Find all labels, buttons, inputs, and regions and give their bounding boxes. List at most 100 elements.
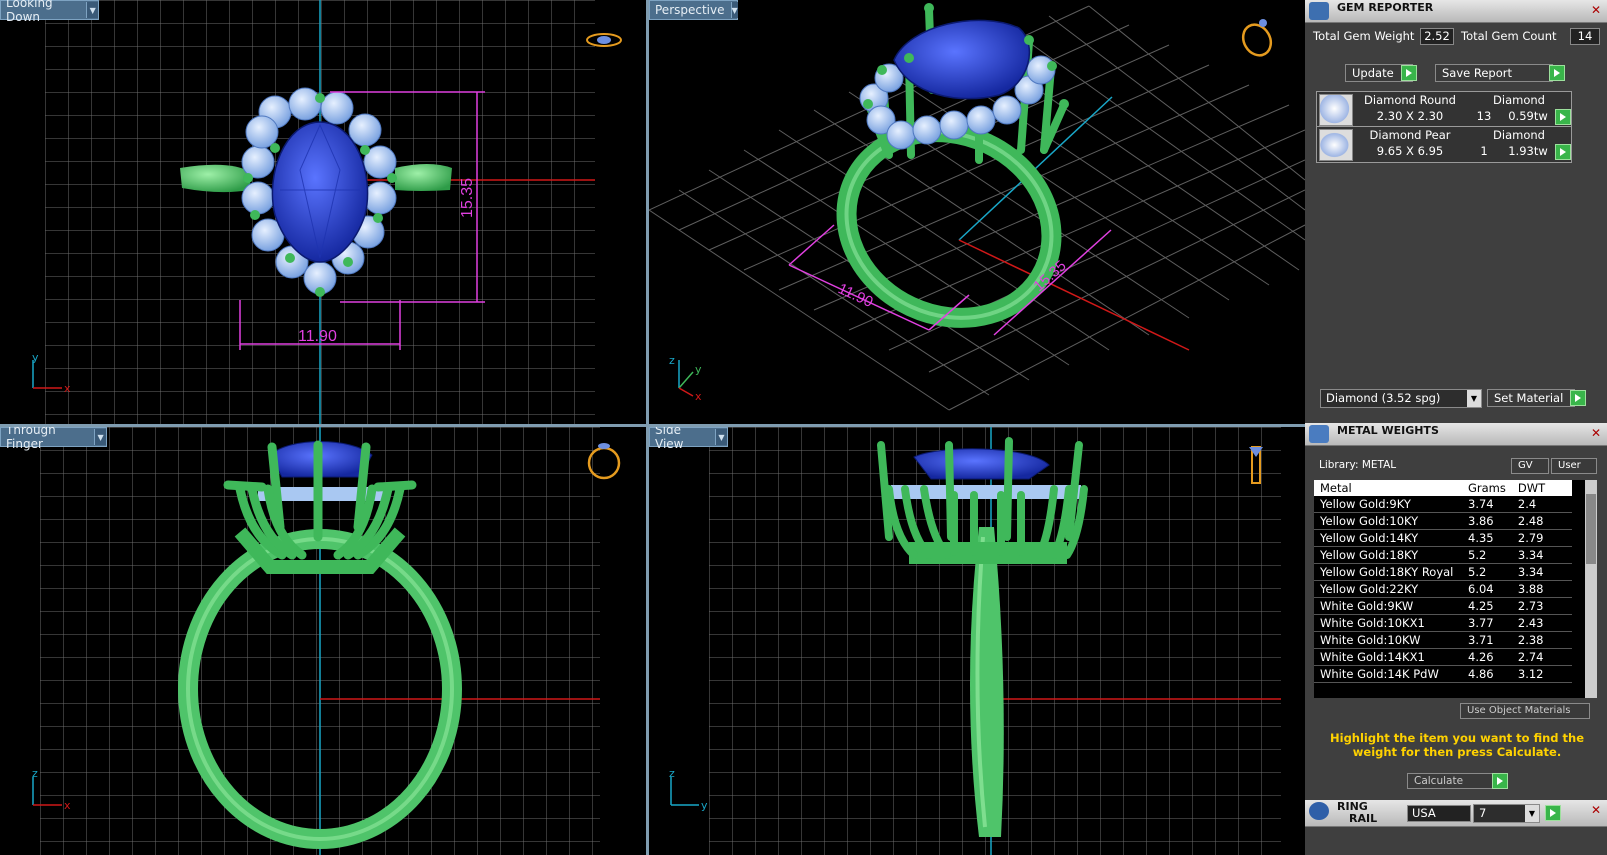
- gem-row-go-icon[interactable]: [1555, 109, 1571, 125]
- viewport-divider-horizontal[interactable]: [0, 424, 1305, 427]
- column-header-dwt[interactable]: DWT: [1511, 480, 1572, 496]
- ring-rail-header[interactable]: RING RAIL USA 7 ▼ ✕: [1305, 800, 1607, 827]
- chevron-down-icon[interactable]: ▼: [714, 429, 727, 445]
- use-object-materials-toggle[interactable]: Use Object Materials: [1460, 703, 1590, 719]
- gv-toggle[interactable]: GV: [1511, 458, 1549, 474]
- calculate-go-icon[interactable]: [1492, 773, 1508, 789]
- chevron-down-icon[interactable]: ▼: [1467, 390, 1481, 407]
- table-row[interactable]: Yellow Gold:14KY 4.35 2.79: [1314, 529, 1572, 547]
- table-row[interactable]: Yellow Gold:10KY 3.86 2.48: [1314, 512, 1572, 530]
- grams-cell: 5.2: [1462, 546, 1512, 564]
- gem-reporter-header[interactable]: GEM REPORTER ✕: [1305, 0, 1607, 23]
- column-header-metal[interactable]: Metal: [1314, 480, 1462, 496]
- ring-rail-go-icon[interactable]: [1545, 805, 1561, 821]
- column-header-grams[interactable]: Grams: [1462, 480, 1512, 496]
- total-gem-weight-label: Total Gem Weight: [1313, 29, 1415, 43]
- through-finger-scene: z x: [32, 427, 621, 855]
- close-icon[interactable]: ✕: [1589, 426, 1603, 440]
- gem-row[interactable]: Diamond Round Diamond 2.30 X 2.30 13 0.5…: [1316, 91, 1572, 128]
- viewport-label-text: Through Finger: [6, 427, 56, 451]
- gem-type: Diamond: [1493, 128, 1545, 142]
- save-report-button[interactable]: Save Report: [1435, 64, 1553, 82]
- viewport-through-finger[interactable]: z x Through Finger ▼: [0, 427, 646, 855]
- dwt-cell: 2.73: [1511, 597, 1572, 615]
- svg-text:x: x: [64, 799, 71, 812]
- gem-name: Diamond Pear: [1369, 128, 1451, 142]
- metal-weights-header[interactable]: METAL WEIGHTS ✕: [1305, 423, 1607, 446]
- table-row[interactable]: White Gold:10KX1 3.77 2.43: [1314, 614, 1572, 632]
- viewport-perspective[interactable]: 11.90 15.35 z y x Perspective ▼: [649, 0, 1305, 424]
- table-row[interactable]: White Gold:9KW 4.25 2.73: [1314, 597, 1572, 615]
- svg-text:y: y: [32, 351, 39, 364]
- gem-row[interactable]: Diamond Pear Diamond 9.65 X 6.95 1 1.93t…: [1316, 126, 1572, 163]
- metal-cell: Yellow Gold:14KY: [1314, 529, 1462, 547]
- dwt-cell: 3.34: [1511, 563, 1572, 581]
- viewport-label-through-finger[interactable]: Through Finger ▼: [0, 427, 107, 451]
- dimension-height-label: 15.35: [459, 178, 476, 218]
- viewport-label-text: Side View: [655, 427, 684, 451]
- user-toggle-label: User: [1558, 460, 1581, 471]
- material-select[interactable]: Diamond (3.52 spg) ▼: [1320, 389, 1482, 408]
- view-ring-icon[interactable]: [1238, 19, 1277, 60]
- scrollbar-thumb[interactable]: [1586, 494, 1596, 564]
- metal-table-scrollbar[interactable]: [1585, 480, 1597, 698]
- viewport-divider-vertical[interactable]: [646, 0, 649, 855]
- update-button-label: Update: [1352, 66, 1394, 80]
- metal-cell: Yellow Gold:9KY: [1314, 496, 1462, 513]
- set-material-button[interactable]: Set Material: [1487, 389, 1575, 407]
- pear-diamond-icon: [1319, 129, 1353, 161]
- library-label: Library: METAL: [1319, 459, 1397, 471]
- metal-cell: Yellow Gold:18KY: [1314, 546, 1462, 564]
- viewport-label-text: Looking Down: [6, 0, 53, 24]
- ring-size-select[interactable]: 7 ▼: [1473, 804, 1540, 823]
- table-row[interactable]: Yellow Gold:9KY 3.74 2.4: [1314, 496, 1572, 513]
- table-row[interactable]: Yellow Gold:18KY Royal 5.2 3.34: [1314, 563, 1572, 581]
- metal-cell: Yellow Gold:10KY: [1314, 512, 1462, 530]
- chevron-down-icon[interactable]: ▼: [1525, 805, 1539, 822]
- gem-row-go-icon[interactable]: [1555, 144, 1571, 160]
- grams-cell: 4.25: [1462, 597, 1512, 615]
- viewport-label-perspective[interactable]: Perspective ▼: [649, 0, 738, 20]
- metal-weights-title: METAL WEIGHTS: [1337, 424, 1439, 437]
- ring-rail-region[interactable]: USA: [1407, 805, 1471, 822]
- grams-cell: 3.71: [1462, 631, 1512, 649]
- grams-cell: 4.86: [1462, 665, 1512, 683]
- gem-reporter-title: GEM REPORTER: [1337, 1, 1434, 14]
- chevron-down-icon[interactable]: ▼: [86, 2, 98, 18]
- ring-rail-icon: [1309, 802, 1329, 820]
- calculate-button[interactable]: Calculate: [1407, 773, 1499, 789]
- gem-weight: 0.59tw: [1508, 109, 1548, 123]
- set-material-go-icon[interactable]: [1570, 390, 1586, 406]
- material-select-value: Diamond (3.52 spg): [1326, 391, 1441, 405]
- dwt-cell: 3.88: [1511, 580, 1572, 598]
- metal-weights-table[interactable]: Metal Grams DWT Yellow Gold:9KY 3.74 2.4 Ye…: [1314, 480, 1589, 698]
- viewport-label-side-view[interactable]: Side View ▼: [649, 427, 728, 451]
- close-icon[interactable]: ✕: [1589, 3, 1603, 17]
- gem-type: Diamond: [1493, 93, 1545, 107]
- chevron-down-icon[interactable]: ▼: [94, 429, 106, 445]
- svg-text:z: z: [669, 767, 675, 780]
- update-go-icon[interactable]: [1401, 65, 1417, 81]
- table-row[interactable]: White Gold:14K PdW 4.86 3.12: [1314, 665, 1572, 683]
- chevron-down-icon[interactable]: ▼: [730, 2, 738, 18]
- svg-text:x: x: [64, 382, 71, 395]
- table-row[interactable]: White Gold:14KX1 4.26 2.74: [1314, 648, 1572, 666]
- save-report-go-icon[interactable]: [1549, 65, 1565, 81]
- gem-count: 13: [1476, 109, 1492, 123]
- viewport-looking-down[interactable]: 11.90 15.35 y x Looking Down ▼: [0, 0, 646, 424]
- metal-cell: Yellow Gold:22KY: [1314, 580, 1462, 598]
- table-row[interactable]: White Gold:10KW 3.71 2.38: [1314, 631, 1572, 649]
- gv-toggle-label: GV: [1518, 460, 1533, 471]
- table-row[interactable]: Yellow Gold:18KY 5.2 3.34: [1314, 546, 1572, 564]
- axis-triad: z y: [669, 767, 708, 812]
- viewport-side-view[interactable]: z y Side View ▼: [649, 427, 1305, 855]
- total-gem-weight-value: 2.52: [1420, 28, 1454, 45]
- user-toggle[interactable]: User: [1551, 458, 1597, 474]
- table-row[interactable]: Yellow Gold:22KY 6.04 3.88: [1314, 580, 1572, 598]
- round-diamond-icon: [1319, 94, 1353, 126]
- metal-weights-icon: [1309, 425, 1329, 443]
- metal-cell: Yellow Gold:18KY Royal: [1314, 563, 1462, 581]
- viewport-label-looking-down[interactable]: Looking Down ▼: [0, 0, 99, 24]
- svg-text:x: x: [695, 390, 702, 403]
- close-icon[interactable]: ✕: [1589, 803, 1603, 817]
